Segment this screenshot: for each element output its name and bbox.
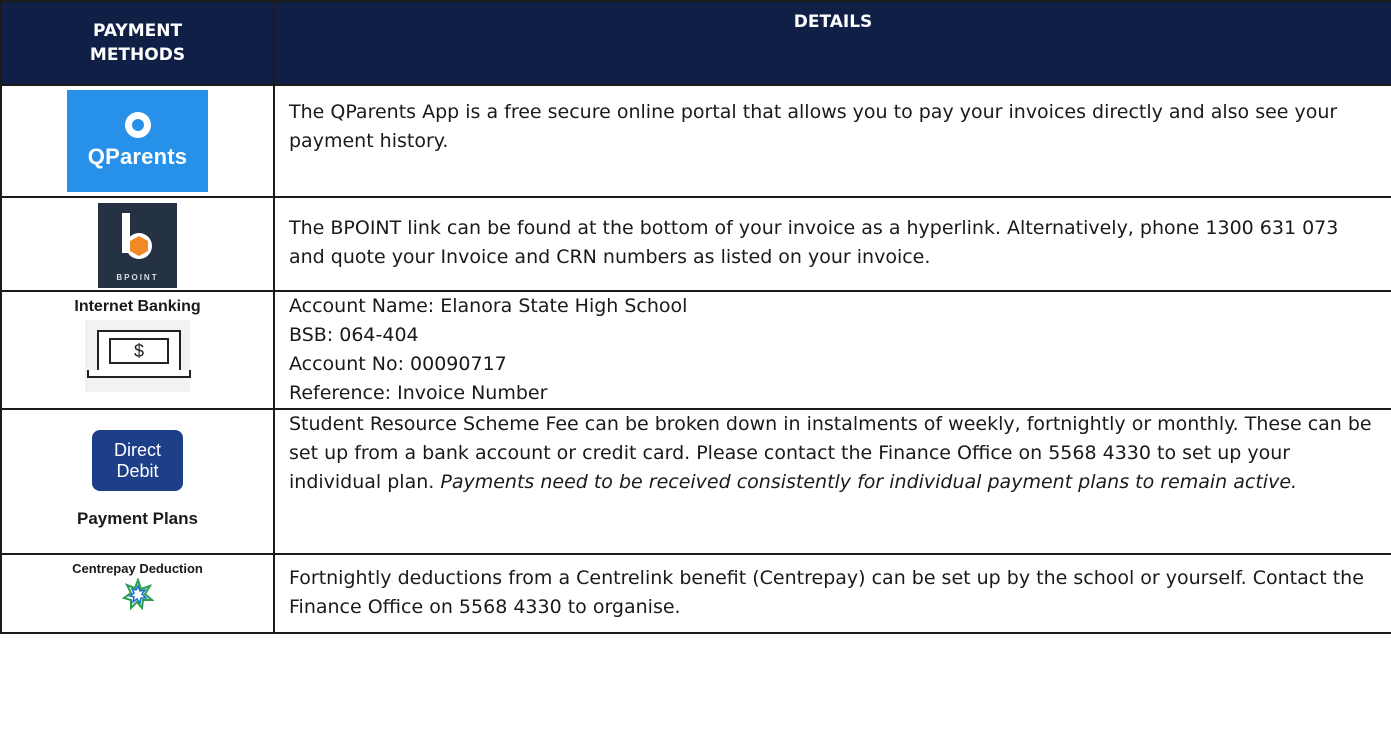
qparents-logo-text: QParents: [87, 144, 188, 169]
payment-plans-caption: Payment Plans: [77, 509, 198, 528]
row-qparents: QParents The QParents App is a free secu…: [0, 84, 1391, 198]
header-row: PAYMENT METHODS DETAILS: [0, 0, 1391, 86]
header-payment-methods: PAYMENT METHODS: [0, 0, 275, 86]
laptop-screen: $: [97, 330, 181, 372]
internet-banking-title: Internet Banking: [74, 298, 201, 315]
details-direct-debit: Student Resource Scheme Fee can be broke…: [273, 408, 1391, 555]
details-internet-banking: Account Name: Elanora State High School …: [273, 290, 1391, 410]
details-bpoint: The BPOINT link can be found at the bott…: [273, 196, 1391, 292]
row-direct-debit: Direct Debit Payment Plans Student Resou…: [0, 408, 1391, 555]
method-qparents: QParents: [0, 84, 275, 198]
bpoint-logo: BPOINT: [98, 203, 177, 288]
qparents-icon: [124, 112, 151, 138]
reference-line: Reference: Invoice Number: [289, 382, 548, 404]
bpoint-b-icon: [122, 213, 152, 259]
details-direct-debit-italic: Payments need to be received consistentl…: [440, 471, 1298, 493]
bsb-line: BSB: 064-404: [289, 324, 419, 346]
dollar-symbol: $: [109, 338, 169, 364]
bpoint-logo-text: BPOINT: [116, 273, 159, 282]
details-centrepay: Fortnightly deductions from a Centrelink…: [273, 553, 1391, 634]
account-name-line: Account Name: Elanora State High School: [289, 295, 688, 317]
row-centrepay: Centrepay Deduction Fortnightly deductio…: [0, 553, 1391, 634]
direct-debit-line1: Direct: [113, 439, 161, 460]
details-qparents: The QParents App is a free secure online…: [273, 84, 1391, 198]
laptop-base: [87, 370, 191, 378]
details-bpoint-text: The BPOINT link can be found at the bott…: [289, 217, 1339, 268]
method-internet-banking: Internet Banking $: [0, 290, 275, 410]
row-internet-banking: Internet Banking $ Account Name: Elanora…: [0, 290, 1391, 410]
qparents-logo: QParents: [67, 90, 208, 192]
header-details: DETAILS: [273, 0, 1391, 86]
account-number-line: Account No: 00090717: [289, 353, 507, 375]
method-bpoint: BPOINT: [0, 196, 275, 292]
centrepay-title: Centrepay Deduction: [72, 561, 203, 576]
details-centrepay-text: Fortnightly deductions from a Centrelink…: [289, 567, 1364, 618]
payment-methods-table: PAYMENT METHODS DETAILS QParents The QPa…: [0, 0, 1391, 634]
direct-debit-logo: Direct Debit: [92, 430, 183, 491]
method-direct-debit: Direct Debit Payment Plans: [0, 408, 275, 555]
row-bpoint: BPOINT The BPOINT link can be found at t…: [0, 196, 1391, 292]
details-qparents-text: The QParents App is a free secure online…: [289, 101, 1338, 152]
centrepay-star-icon: [121, 577, 155, 611]
laptop-dollar-icon: $: [85, 320, 191, 392]
direct-debit-line2: Debit: [116, 460, 159, 481]
method-centrepay: Centrepay Deduction: [0, 553, 275, 634]
